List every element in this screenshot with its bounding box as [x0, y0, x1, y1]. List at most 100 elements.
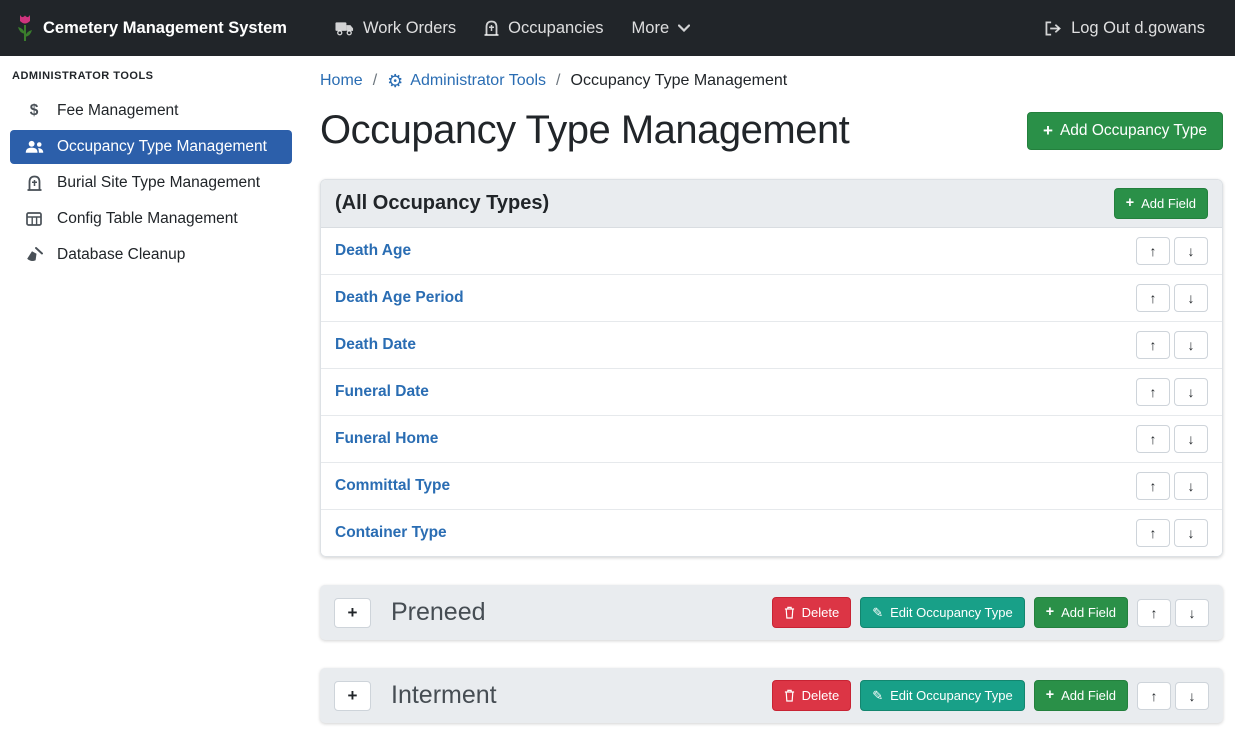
move-up-button[interactable]: ↑ [1136, 519, 1170, 547]
breadcrumb-label: Administrator Tools [410, 72, 546, 90]
move-up-button[interactable]: ↑ [1136, 425, 1170, 453]
breadcrumb-home[interactable]: Home [320, 72, 363, 90]
move-down-button[interactable]: ↓ [1174, 331, 1208, 359]
move-down-button[interactable]: ↓ [1174, 519, 1208, 547]
sidebar-item-label: Fee Management [57, 102, 179, 120]
breadcrumb-current: Occupancy Type Management [571, 72, 788, 90]
move-down-button[interactable]: ↓ [1175, 599, 1209, 627]
edit-occupancy-type-button[interactable]: ✎ Edit Occupancy Type [860, 597, 1025, 628]
reorder-controls: ↑ ↓ [1136, 331, 1208, 359]
move-down-button[interactable]: ↓ [1175, 682, 1209, 710]
sidebar-item-database-cleanup[interactable]: Database Cleanup [10, 238, 292, 272]
tulip-logo-icon [16, 14, 34, 42]
move-down-button[interactable]: ↓ [1174, 378, 1208, 406]
delete-button[interactable]: Delete [772, 597, 852, 628]
button-label: Add Field [1061, 605, 1116, 620]
move-up-button[interactable]: ↑ [1136, 378, 1170, 406]
move-down-button[interactable]: ↓ [1174, 284, 1208, 312]
move-down-button[interactable]: ↓ [1174, 472, 1208, 500]
nav-work-orders[interactable]: Work Orders [321, 11, 470, 46]
plus-icon: + [1046, 605, 1054, 619]
chevron-down-icon [678, 24, 690, 32]
field-link[interactable]: Funeral Date [335, 383, 429, 401]
trash-icon [784, 606, 795, 619]
field-link[interactable]: Death Age Period [335, 289, 464, 307]
users-icon [24, 140, 44, 154]
field-link[interactable]: Container Type [335, 524, 447, 542]
reorder-controls: ↑ ↓ [1136, 378, 1208, 406]
field-link[interactable]: Funeral Home [335, 430, 438, 448]
nav-label: Occupancies [508, 19, 603, 38]
field-row: Committal Type ↑ ↓ [321, 462, 1222, 509]
add-field-button[interactable]: + Add Field [1034, 680, 1128, 711]
sidebar-item-config-table-management[interactable]: Config Table Management [10, 202, 292, 236]
move-up-button[interactable]: ↑ [1136, 331, 1170, 359]
sidebar-item-fee-management[interactable]: $ Fee Management [10, 94, 292, 128]
page-title: Occupancy Type Management [320, 108, 849, 153]
pencil-icon: ✎ [872, 689, 883, 702]
broom-icon [24, 247, 44, 263]
delete-button[interactable]: Delete [772, 680, 852, 711]
section-title: Preneed [391, 598, 486, 627]
button-label: Delete [802, 605, 840, 620]
nav-label: Work Orders [363, 19, 456, 38]
nav-label: More [632, 19, 670, 38]
field-row: Death Age Period ↑ ↓ [321, 274, 1222, 321]
all-occupancy-types-card: (All Occupancy Types) + Add Field Death … [320, 179, 1223, 557]
field-link[interactable]: Committal Type [335, 477, 450, 495]
reorder-controls: ↑ ↓ [1136, 472, 1208, 500]
move-down-button[interactable]: ↓ [1174, 237, 1208, 265]
logout-button[interactable]: Log Out d.gowans [1030, 11, 1219, 46]
sidebar-item-label: Config Table Management [57, 210, 238, 228]
card-title: (All Occupancy Types) [335, 192, 549, 215]
breadcrumb-separator: / [546, 72, 570, 90]
field-row: Funeral Home ↑ ↓ [321, 415, 1222, 462]
sidebar-heading: Administrator Tools [0, 62, 300, 92]
edit-occupancy-type-button[interactable]: ✎ Edit Occupancy Type [860, 680, 1025, 711]
breadcrumb-separator: / [363, 72, 387, 90]
button-label: Add Field [1141, 196, 1196, 211]
expand-button[interactable]: + [334, 681, 371, 711]
sidebar-item-burial-site-type-management[interactable]: Burial Site Type Management [10, 166, 292, 200]
move-up-button[interactable]: ↑ [1137, 599, 1171, 627]
app-brand[interactable]: Cemetery Management System [16, 14, 287, 42]
admin-tools-sidebar: Administrator Tools $ Fee Management Occ… [0, 56, 300, 738]
reorder-controls: ↑ ↓ [1136, 237, 1208, 265]
tombstone-icon [24, 175, 44, 191]
add-occupancy-type-button[interactable]: + Add Occupancy Type [1027, 112, 1223, 150]
occupancy-type-section-interment: + Interment Delete ✎ Edit Occupancy Type [320, 668, 1223, 723]
gear-icon: ⚙ [387, 72, 403, 90]
breadcrumb-administrator-tools[interactable]: ⚙ Administrator Tools [387, 72, 546, 90]
main-content: Home / ⚙ Administrator Tools / Occupancy… [300, 56, 1235, 738]
button-label: Add Field [1061, 688, 1116, 703]
occupancy-type-section-preneed: + Preneed Delete ✎ Edit Occupancy Type [320, 585, 1223, 640]
move-up-button[interactable]: ↑ [1136, 472, 1170, 500]
reorder-controls: ↑ ↓ [1136, 425, 1208, 453]
move-up-button[interactable]: ↑ [1136, 284, 1170, 312]
add-field-button[interactable]: + Add Field [1034, 597, 1128, 628]
add-field-button[interactable]: + Add Field [1114, 188, 1208, 219]
sidebar-item-occupancy-type-management[interactable]: Occupancy Type Management [10, 130, 292, 164]
move-up-button[interactable]: ↑ [1136, 237, 1170, 265]
field-row: Death Age ↑ ↓ [321, 228, 1222, 274]
main-nav: Work Orders Occupancies More [321, 11, 704, 46]
nav-occupancies[interactable]: Occupancies [470, 11, 617, 46]
section-actions: Delete ✎ Edit Occupancy Type + Add Field… [772, 680, 1209, 711]
truck-icon [335, 21, 354, 36]
reorder-controls: ↑ ↓ [1137, 599, 1209, 627]
breadcrumb-label: Home [320, 72, 363, 90]
field-link[interactable]: Death Date [335, 336, 416, 354]
move-up-button[interactable]: ↑ [1137, 682, 1171, 710]
section-title: Interment [391, 681, 497, 710]
button-label: Delete [802, 688, 840, 703]
nav-more[interactable]: More [618, 11, 705, 46]
field-link[interactable]: Death Age [335, 242, 411, 260]
sidebar-item-label: Database Cleanup [57, 246, 185, 264]
expand-button[interactable]: + [334, 598, 371, 628]
field-row: Death Date ↑ ↓ [321, 321, 1222, 368]
reorder-controls: ↑ ↓ [1136, 519, 1208, 547]
dollar-icon: $ [24, 102, 44, 120]
move-down-button[interactable]: ↓ [1174, 425, 1208, 453]
pencil-icon: ✎ [872, 606, 883, 619]
sidebar-item-label: Burial Site Type Management [57, 174, 260, 192]
